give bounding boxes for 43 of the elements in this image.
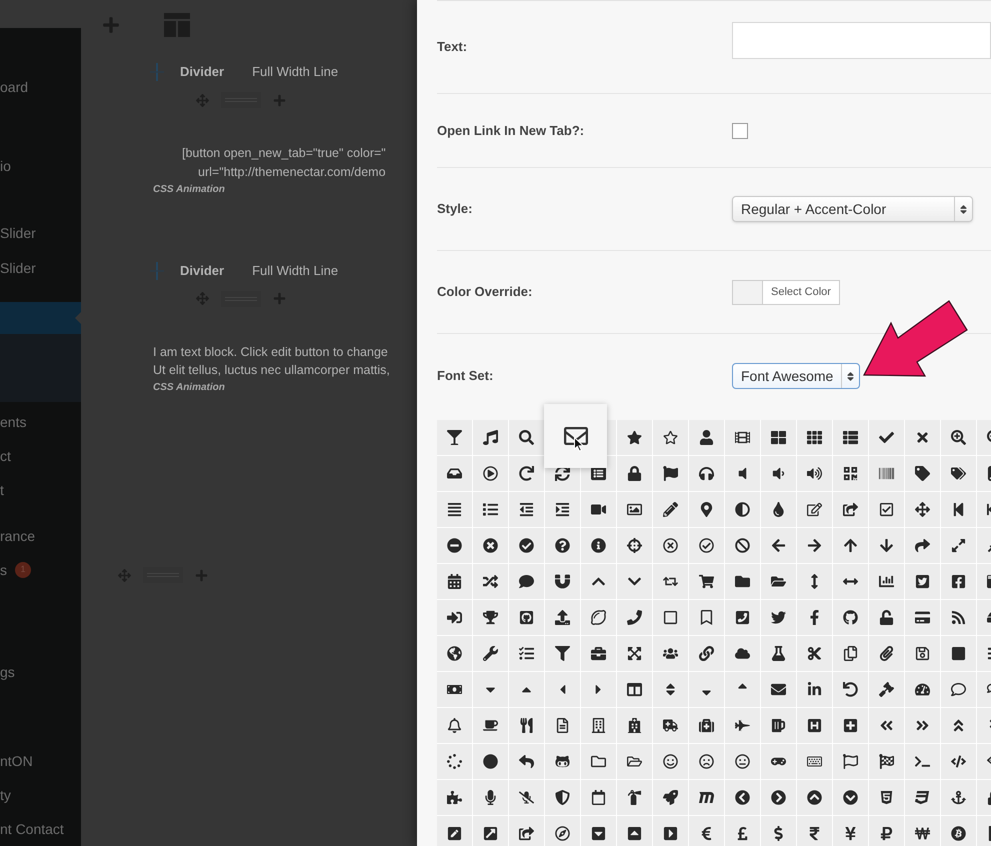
- text-block-line: [button open_new_tab="true" color=": [182, 145, 387, 162]
- sidebar-item[interactable]: t: [0, 473, 81, 507]
- select-color-button[interactable]: Select Color: [732, 280, 840, 304]
- sidebar-label: rance: [0, 526, 36, 546]
- field-label: Color Override:: [437, 283, 534, 302]
- select-dropdown[interactable]: Font Awesome: [732, 363, 860, 389]
- animation-label: CSS Animation: [153, 182, 225, 196]
- sidebar-item[interactable]: ct: [0, 439, 81, 473]
- element-title: Divider: [180, 63, 224, 82]
- sidebar-item[interactable]: nt Contact: [0, 812, 81, 846]
- text-block-line: url="http://themenectar.com/demo: [197, 164, 387, 181]
- sidebar-label: io: [0, 156, 11, 176]
- animation-label: CSS Animation: [153, 381, 225, 395]
- sidebar-label: ents: [0, 412, 26, 432]
- text-block-line: Ut elit tellus, luctus nec ullamcorper mattis,: [153, 362, 391, 380]
- sidebar-label: nt Contact: [0, 820, 64, 838]
- sidebar-item[interactable]: Slider: [0, 251, 81, 285]
- sidebar-item[interactable]: ents: [0, 405, 81, 439]
- sidebar-item[interactable]: Slider: [0, 216, 81, 250]
- field-label: Text:: [437, 38, 468, 56]
- field-label: Open Link In New Tab?:: [437, 122, 586, 140]
- sidebar-item[interactable]: ty: [0, 778, 81, 812]
- select-dropdown[interactable]: Regular + Accent-Color: [732, 196, 974, 222]
- sidebar-label: s: [0, 560, 7, 580]
- element-subtitle: Full Width Line: [252, 262, 338, 280]
- element-subtitle: Full Width Line: [252, 63, 338, 82]
- sidebar-item[interactable]: io: [0, 149, 81, 183]
- sidebar-label: ntON: [0, 752, 33, 770]
- sidebar-item[interactable]: rance: [0, 519, 81, 553]
- element-title: Divider: [180, 262, 224, 280]
- sidebar-label: oard: [0, 78, 28, 96]
- sidebar-label: t: [0, 480, 4, 500]
- sidebar-label: Slider: [0, 224, 36, 242]
- sidebar-label: ty: [0, 786, 11, 805]
- sidebar-item[interactable]: gs: [0, 655, 81, 689]
- sidebar-label: Slider: [0, 258, 36, 278]
- sidebar-label: gs: [0, 662, 15, 682]
- text-block-line: I am text block. Click edit button to change: [153, 344, 389, 361]
- sidebar-item[interactable]: oard: [0, 70, 81, 104]
- field-label: Style:: [437, 200, 474, 218]
- sidebar-item[interactable]: ntON: [0, 744, 81, 778]
- sidebar-label: ct: [0, 446, 11, 466]
- field-label: Font Set:: [437, 367, 494, 386]
